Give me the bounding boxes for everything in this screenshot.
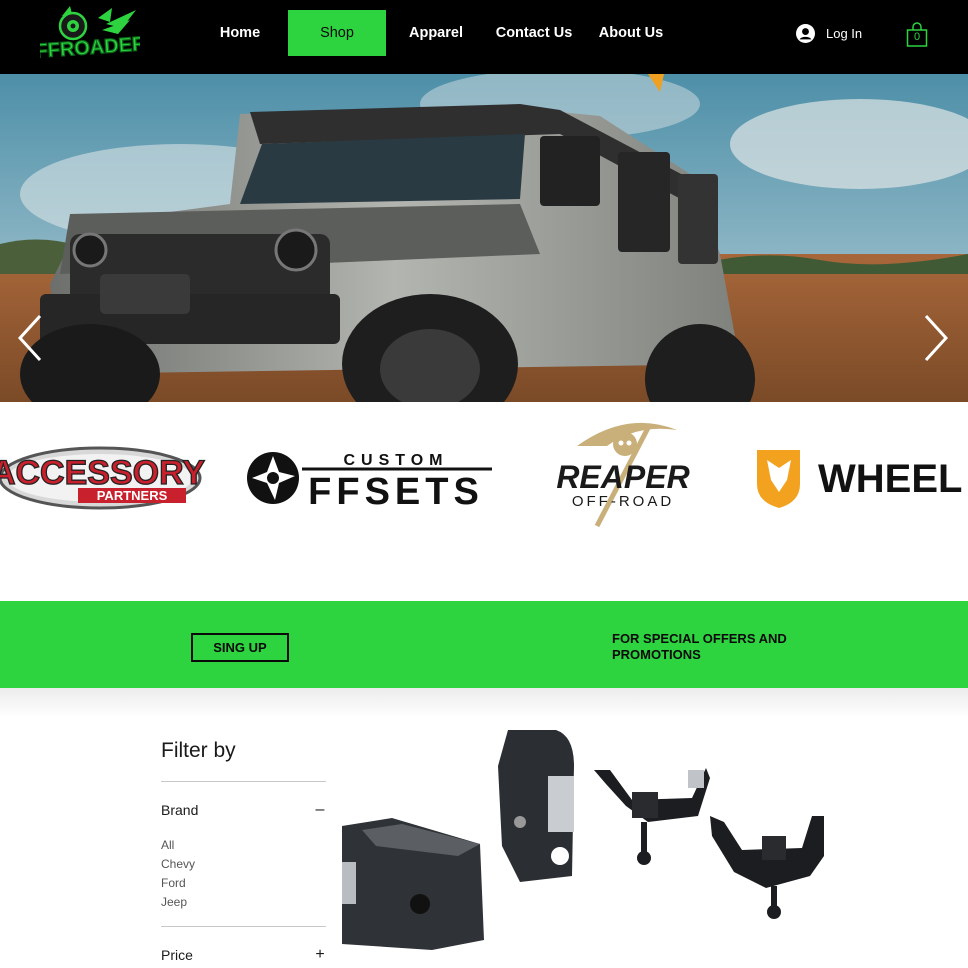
custom-offsets-bottom: FFSETS xyxy=(308,471,484,510)
user-avatar-icon xyxy=(796,24,815,43)
next-slide-arrow-icon[interactable] xyxy=(918,312,958,364)
offroaders-logo[interactable]: OFFROADERS xyxy=(40,6,140,66)
product-image-control-arms xyxy=(592,726,824,968)
accessory-partners-logo[interactable]: ACCESSORY PARTNERS xyxy=(0,442,206,514)
brand-option-jeep[interactable]: Jeep xyxy=(161,893,195,912)
section-shadow xyxy=(0,688,968,718)
reaper-wordmark: REAPER xyxy=(556,459,689,495)
svg-text:OFFROADERS: OFFROADERS xyxy=(40,32,140,64)
previous-slide-arrow-icon[interactable] xyxy=(12,312,52,364)
wheel-wordmark: WHEEL xyxy=(818,457,962,501)
product-image-lift-shackles xyxy=(342,726,574,968)
expand-icon: + xyxy=(315,946,325,963)
cart-button[interactable]: 0 xyxy=(906,22,930,48)
filter-divider xyxy=(161,926,326,927)
filter-title: Filter by xyxy=(161,739,236,762)
nav-about-us[interactable]: About Us xyxy=(582,10,680,56)
page: OFFROADERS Home Shop Apparel Contact Us … xyxy=(0,0,968,968)
signup-button[interactable]: SING UP xyxy=(191,633,289,662)
filter-divider xyxy=(161,781,326,782)
cart-count: 0 xyxy=(913,31,921,43)
accessory-partners-subtitle: PARTNERS xyxy=(97,488,168,503)
custom-offsets-logo[interactable]: CUSTOM FFSETS xyxy=(246,450,496,510)
signup-banner: SING UP FOR SPECIAL OFFERS AND PROMOTION… xyxy=(0,601,968,688)
hero-jeep-image xyxy=(0,74,968,402)
main-nav: Home Shop Apparel Contact Us About Us xyxy=(195,10,680,56)
product-card-control-arms[interactable] xyxy=(592,726,824,968)
brand-option-chevy[interactable]: Chevy xyxy=(161,855,195,874)
wheel-brand-logo[interactable]: WHEEL xyxy=(754,446,968,512)
site-header: OFFROADERS Home Shop Apparel Contact Us … xyxy=(0,0,968,74)
signup-message: FOR SPECIAL OFFERS AND PROMOTIONS xyxy=(612,631,787,662)
nav-home[interactable]: Home xyxy=(195,10,285,56)
reaper-subtitle: OFF-ROAD xyxy=(572,493,674,510)
brand-logos-strip: ACCESSORY PARTNERS CUSTOM FFSETS REAPER … xyxy=(0,402,968,601)
custom-offsets-top: CUSTOM xyxy=(343,452,448,469)
accessory-partners-wordmark: ACCESSORY xyxy=(0,454,205,492)
login-button[interactable]: Log In xyxy=(796,24,862,43)
hero-slideshow xyxy=(0,74,968,402)
brand-filter-toggle[interactable]: Brand – xyxy=(161,801,326,819)
brand-option-ford[interactable]: Ford xyxy=(161,874,195,893)
nav-contact-us[interactable]: Contact Us xyxy=(486,10,582,56)
brand-option-all[interactable]: All xyxy=(161,836,195,855)
reaper-off-road-logo[interactable]: REAPER OFF-ROAD xyxy=(537,416,713,528)
price-filter-toggle[interactable]: Price + xyxy=(161,946,326,964)
nav-shop[interactable]: Shop xyxy=(288,10,386,56)
nav-apparel[interactable]: Apparel xyxy=(386,10,486,56)
brand-options: All Chevy Ford Jeep xyxy=(161,836,195,912)
brand-filter-label: Brand xyxy=(161,802,199,818)
price-filter-label: Price xyxy=(161,947,193,963)
collapse-icon: – xyxy=(315,801,325,818)
login-label: Log In xyxy=(826,26,863,41)
product-card-shackles[interactable] xyxy=(342,726,574,968)
